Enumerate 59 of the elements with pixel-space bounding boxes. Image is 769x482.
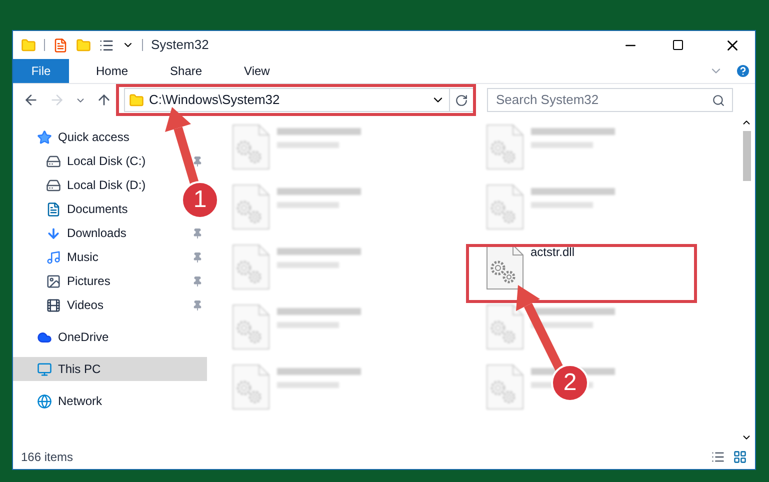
pin-icon[interactable]	[192, 300, 203, 310]
sidebar-item[interactable]: Downloads	[13, 221, 130, 245]
computer-icon	[37, 362, 52, 376]
sidebar-item[interactable]: Quick access	[13, 125, 134, 149]
up-icon[interactable]	[96, 92, 112, 108]
window-title: System32	[151, 36, 209, 54]
scroll-thumb[interactable]	[742, 131, 750, 181]
address-path: C:\Windows\System32	[149, 92, 280, 108]
back-icon[interactable]	[23, 92, 39, 108]
file-gears-icon	[484, 244, 524, 290]
search-field[interactable]: Search System32	[487, 88, 733, 112]
drive-icon	[46, 178, 61, 192]
ribbon-tab[interactable]: View	[229, 59, 285, 83]
item-count: 166 items	[21, 449, 74, 466]
ribbon-tab[interactable]: Home	[81, 59, 144, 83]
file-gears-icon	[231, 124, 271, 170]
pin-icon[interactable]	[192, 276, 203, 286]
sidebar-item[interactable]: Local Disk (C:)	[13, 149, 150, 173]
sidebar-item[interactable]: Videos	[13, 293, 108, 317]
folder-icon	[129, 92, 144, 108]
large-icons-view-icon[interactable]	[733, 450, 747, 464]
view-options-icon[interactable]	[99, 38, 114, 52]
sidebar-item[interactable]: OneDrive	[13, 325, 113, 349]
details-view-icon[interactable]	[711, 450, 725, 464]
file-gears-icon	[484, 124, 524, 170]
document-icon	[46, 202, 61, 216]
refresh-icon[interactable]	[455, 94, 468, 106]
file-gears-icon	[484, 184, 524, 230]
file-gears-icon	[231, 364, 271, 410]
sidebar-item[interactable]: Network	[13, 389, 106, 413]
network-icon	[37, 394, 52, 408]
file-gears-icon	[231, 244, 271, 290]
ribbon-tab[interactable]: Share	[155, 59, 218, 83]
sidebar-item[interactable]: Local Disk (D:)	[13, 173, 150, 197]
film-icon	[46, 298, 61, 312]
ribbon-tab[interactable]: File	[13, 59, 69, 83]
file-gears-icon	[231, 184, 271, 230]
sidebar-item[interactable]: Music	[13, 245, 102, 269]
sidebar-item[interactable]: Documents	[13, 197, 132, 221]
help-icon[interactable]	[735, 63, 751, 79]
file-gears-icon	[484, 364, 524, 410]
sidebar-item[interactable]: Pictures	[13, 269, 114, 293]
sidebar-item[interactable]: This PC	[13, 357, 207, 381]
file-name[interactable]: actstr.dll	[530, 244, 575, 260]
pin-icon[interactable]	[192, 228, 203, 238]
search-icon	[712, 94, 725, 107]
file-gears-icon	[484, 304, 524, 350]
address-field[interactable]: C:\Windows\System32	[124, 88, 474, 112]
music-note-icon	[46, 250, 61, 264]
properties-icon[interactable]	[53, 38, 68, 52]
file-gears-icon	[231, 304, 271, 350]
picture-icon	[46, 274, 61, 288]
maximize-icon[interactable]	[672, 39, 684, 51]
star-icon	[37, 130, 52, 144]
pin-icon[interactable]	[192, 156, 203, 166]
download-icon	[46, 226, 61, 240]
drive-icon	[46, 154, 61, 168]
pin-icon[interactable]	[192, 252, 203, 262]
cloud-icon	[37, 330, 52, 344]
